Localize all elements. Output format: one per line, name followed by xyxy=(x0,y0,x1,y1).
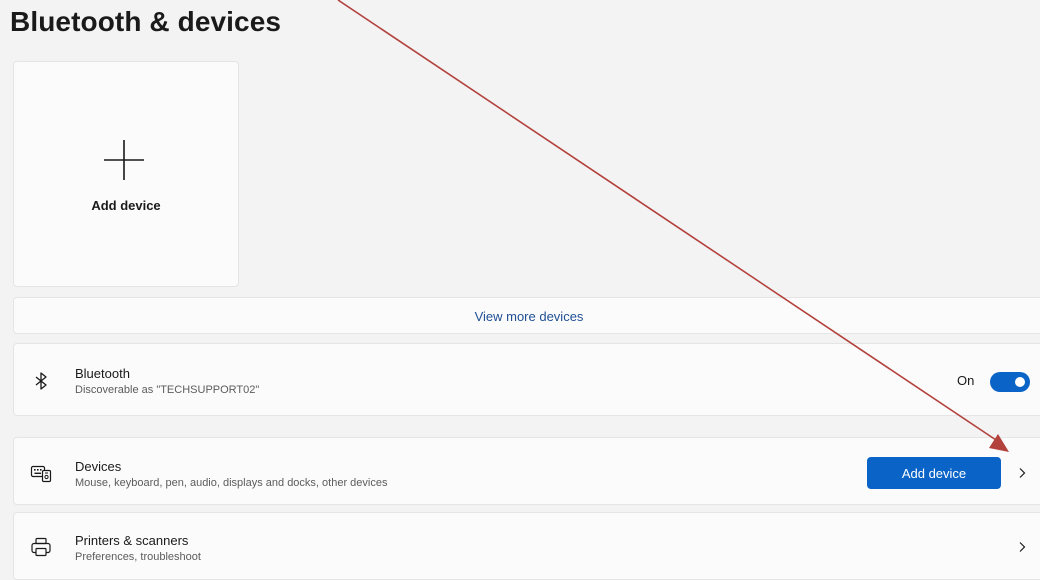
keyboard-devices-icon xyxy=(30,465,52,483)
bluetooth-icon xyxy=(35,372,47,390)
add-device-tile-label: Add device xyxy=(91,198,161,213)
printers-title: Printers & scanners xyxy=(75,533,189,548)
devices-title: Devices xyxy=(75,459,122,474)
add-device-button[interactable]: Add device xyxy=(867,457,1001,489)
printers-subtitle: Preferences, troubleshoot xyxy=(75,551,201,563)
bluetooth-subtitle: Discoverable as "TECHSUPPORT02" xyxy=(75,384,260,396)
page-title: Bluetooth & devices xyxy=(10,6,282,37)
bluetooth-state-label: On xyxy=(957,373,975,388)
bluetooth-row: Bluetooth Discoverable as "TECHSUPPORT02… xyxy=(13,343,1040,416)
toggle-knob xyxy=(1015,377,1025,387)
devices-subtitle: Mouse, keyboard, pen, audio, displays an… xyxy=(75,477,388,489)
chevron-right-icon[interactable] xyxy=(1016,467,1028,479)
printers-scanners-row[interactable]: Printers & scanners Preferences, trouble… xyxy=(13,512,1040,580)
chevron-right-icon[interactable] xyxy=(1016,541,1028,553)
view-more-devices-bar[interactable]: View more devices xyxy=(13,297,1040,334)
add-device-tile[interactable]: Add device xyxy=(13,61,239,287)
bluetooth-title: Bluetooth xyxy=(75,366,130,381)
devices-row[interactable]: Devices Mouse, keyboard, pen, audio, dis… xyxy=(13,437,1040,505)
view-more-devices-link[interactable]: View more devices xyxy=(14,309,1040,324)
plus-icon xyxy=(104,140,144,180)
printer-icon xyxy=(31,537,51,557)
bluetooth-toggle[interactable] xyxy=(990,372,1030,392)
